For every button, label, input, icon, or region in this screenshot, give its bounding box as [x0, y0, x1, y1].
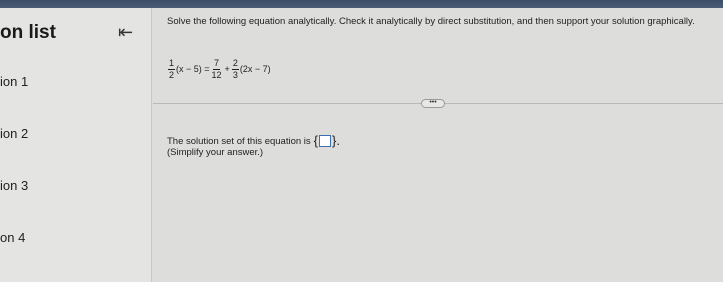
question-list-sidebar: on list ⇤ ion 1 ion 2 ion 3 on 4 [0, 8, 152, 282]
answer-line: The solution set of this equation is { }… [167, 133, 341, 148]
fraction-numerator: 7 [213, 57, 221, 70]
answer-input-box[interactable] [319, 135, 331, 147]
top-bar [0, 0, 723, 8]
fraction-seven-twelfths: 7 12 [211, 58, 223, 81]
sidebar-title: on list [0, 22, 56, 43]
fraction-one-half: 1 2 [168, 57, 176, 81]
equation-term-1: (x − 5) = [176, 64, 210, 74]
fraction-denominator: 3 [232, 69, 238, 80]
sidebar-item-question-4[interactable]: on 4 [0, 230, 25, 245]
fraction-numerator: 1 [168, 57, 176, 70]
plus-sign: + [224, 64, 230, 74]
collapse-left-icon[interactable]: ⇤ [118, 23, 133, 41]
sidebar-item-question-3[interactable]: ion 3 [0, 178, 28, 193]
fraction-numerator: 2 [231, 57, 239, 70]
equation-term-3: (2x − 7) [239, 64, 271, 74]
fraction-denominator: 12 [211, 69, 222, 80]
answer-prompt: The solution set of this equation is [167, 135, 311, 147]
question-panel: Solve the following equation analyticall… [153, 8, 723, 282]
fraction-denominator: 2 [169, 69, 175, 80]
equation: 1 2 (x − 5) = 7 12 + 2 3 (2x − 7) [167, 54, 271, 84]
answer-hint: (Simplify your answer.) [167, 147, 264, 158]
sidebar-item-question-1[interactable]: ion 1 [0, 74, 28, 89]
more-options-button[interactable]: ••• [421, 99, 445, 108]
question-instructions: Solve the following equation analyticall… [167, 16, 695, 27]
brace-close: }. [332, 133, 340, 148]
sidebar-item-question-2[interactable]: ion 2 [0, 126, 28, 141]
brace-open: { [313, 133, 318, 148]
fraction-two-thirds: 2 3 [231, 57, 239, 81]
